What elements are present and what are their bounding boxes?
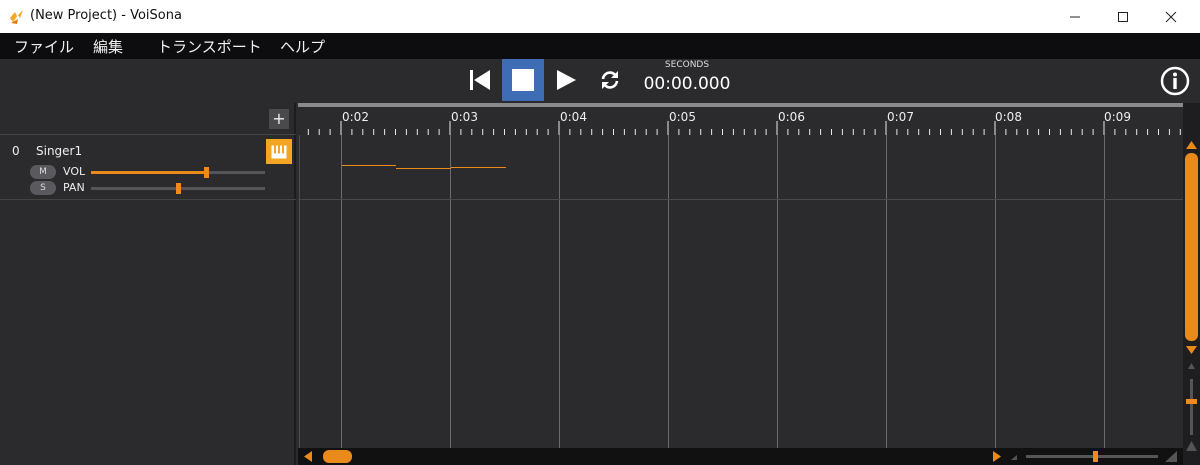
time-display: 00:00.000 bbox=[643, 74, 731, 94]
ruler-label: 0:02 bbox=[342, 110, 369, 124]
vertical-scrollbar[interactable] bbox=[1183, 103, 1200, 465]
note-clip[interactable] bbox=[342, 165, 396, 166]
track-panel-divider bbox=[0, 134, 296, 135]
stop-button[interactable] bbox=[502, 59, 544, 101]
skip-to-start-icon bbox=[470, 70, 490, 90]
menu-edit[interactable]: 編集 bbox=[93, 36, 123, 57]
skip-to-start-button[interactable] bbox=[459, 59, 501, 101]
add-track-button[interactable]: + bbox=[269, 109, 289, 129]
track-lane-divider bbox=[298, 199, 1183, 200]
pan-label: PAN bbox=[63, 181, 85, 194]
timeline-gridline bbox=[995, 135, 996, 448]
maximize-icon bbox=[1118, 11, 1128, 22]
loop-button[interactable] bbox=[589, 59, 631, 101]
solo-button[interactable]: S bbox=[30, 181, 56, 195]
info-button[interactable] bbox=[1160, 66, 1190, 96]
track-name[interactable]: Singer1 bbox=[36, 144, 82, 158]
ruler-ticks bbox=[307, 121, 1181, 135]
timeline-area[interactable]: 0:02 0:03 0:04 0:05 0:06 0:07 0:08 0:09 bbox=[298, 103, 1183, 448]
menu-file[interactable]: ファイル bbox=[14, 36, 74, 57]
vertical-scroll-thumb[interactable] bbox=[1185, 153, 1198, 341]
play-button[interactable] bbox=[545, 59, 587, 101]
volume-slider-thumb[interactable] bbox=[204, 167, 209, 178]
note-clip[interactable] bbox=[451, 167, 506, 168]
timeline-gridline bbox=[777, 135, 778, 448]
horizontal-zoom-thumb[interactable] bbox=[1093, 451, 1098, 462]
timeline-gridline bbox=[1104, 135, 1105, 448]
play-icon bbox=[557, 70, 576, 90]
timeline-gridline bbox=[299, 135, 300, 448]
ruler-label: 0:09 bbox=[1104, 110, 1131, 124]
menu-transport[interactable]: トランスポート bbox=[157, 36, 262, 57]
volume-label: VOL bbox=[63, 165, 86, 178]
timeline-gridline bbox=[341, 135, 342, 448]
close-icon bbox=[1165, 11, 1177, 22]
horizontal-scrollbar[interactable] bbox=[298, 448, 1183, 465]
ruler-label: 0:03 bbox=[451, 110, 478, 124]
volume-slider[interactable] bbox=[91, 167, 265, 178]
pan-slider-thumb[interactable] bbox=[176, 183, 181, 194]
pan-slider[interactable] bbox=[91, 183, 265, 194]
menu-bar: ファイル 編集 トランスポート ヘルプ bbox=[0, 33, 1200, 59]
title-bar: (New Project) - VoiSona bbox=[0, 0, 1200, 33]
close-button[interactable] bbox=[1148, 0, 1194, 33]
ruler-label: 0:06 bbox=[778, 110, 805, 124]
track-panel-divider bbox=[0, 199, 296, 200]
ruler-label: 0:07 bbox=[887, 110, 914, 124]
timeline-gridline bbox=[668, 135, 669, 448]
maximize-button[interactable] bbox=[1100, 0, 1146, 33]
time-ruler[interactable]: 0:02 0:03 0:04 0:05 0:06 0:07 0:08 0:09 bbox=[298, 103, 1183, 135]
transport-bar: SECONDS 00:00.000 bbox=[0, 59, 1200, 103]
ruler-label: 0:05 bbox=[669, 110, 696, 124]
info-icon bbox=[1160, 66, 1190, 96]
track-panel: + 0 Singer1 M VOL S PAN bbox=[0, 103, 296, 465]
minimize-icon bbox=[1070, 16, 1080, 17]
note-clip[interactable] bbox=[396, 168, 451, 169]
stop-icon bbox=[512, 69, 534, 91]
time-format-label: SECONDS bbox=[664, 60, 710, 70]
horizontal-scroll-thumb[interactable] bbox=[323, 450, 352, 463]
zoom-out-icon[interactable] bbox=[1008, 448, 1020, 465]
ruler-label: 0:04 bbox=[560, 110, 587, 124]
scroll-up-icon[interactable] bbox=[1183, 139, 1200, 151]
scroll-down-icon[interactable] bbox=[1183, 344, 1200, 356]
vertical-zoom-thumb[interactable] bbox=[1186, 399, 1197, 404]
zoom-in-icon[interactable] bbox=[1183, 439, 1200, 453]
timeline-gridline bbox=[450, 135, 451, 448]
track-index: 0 bbox=[12, 144, 20, 158]
vertical-zoom-slider[interactable] bbox=[1190, 379, 1193, 435]
voisona-logo-icon bbox=[10, 10, 23, 24]
volume-slider-fill bbox=[91, 171, 206, 174]
piano-roll-button[interactable] bbox=[266, 139, 292, 164]
timeline-gridline bbox=[886, 135, 887, 448]
timeline-gridline bbox=[559, 135, 560, 448]
horizontal-zoom-slider[interactable] bbox=[1026, 455, 1158, 458]
loop-icon bbox=[601, 71, 619, 89]
window-title: (New Project) - VoiSona bbox=[30, 8, 182, 23]
zoom-in-icon[interactable] bbox=[1164, 448, 1178, 465]
zoom-out-icon[interactable] bbox=[1183, 361, 1200, 371]
scroll-left-icon[interactable] bbox=[302, 448, 314, 465]
scroll-right-icon[interactable] bbox=[991, 448, 1003, 465]
menu-help[interactable]: ヘルプ bbox=[280, 36, 325, 57]
ruler-label: 0:08 bbox=[995, 110, 1022, 124]
mute-button[interactable]: M bbox=[30, 165, 56, 179]
minimize-button[interactable] bbox=[1052, 0, 1098, 33]
plus-icon: + bbox=[272, 109, 286, 128]
piano-icon bbox=[271, 145, 287, 158]
